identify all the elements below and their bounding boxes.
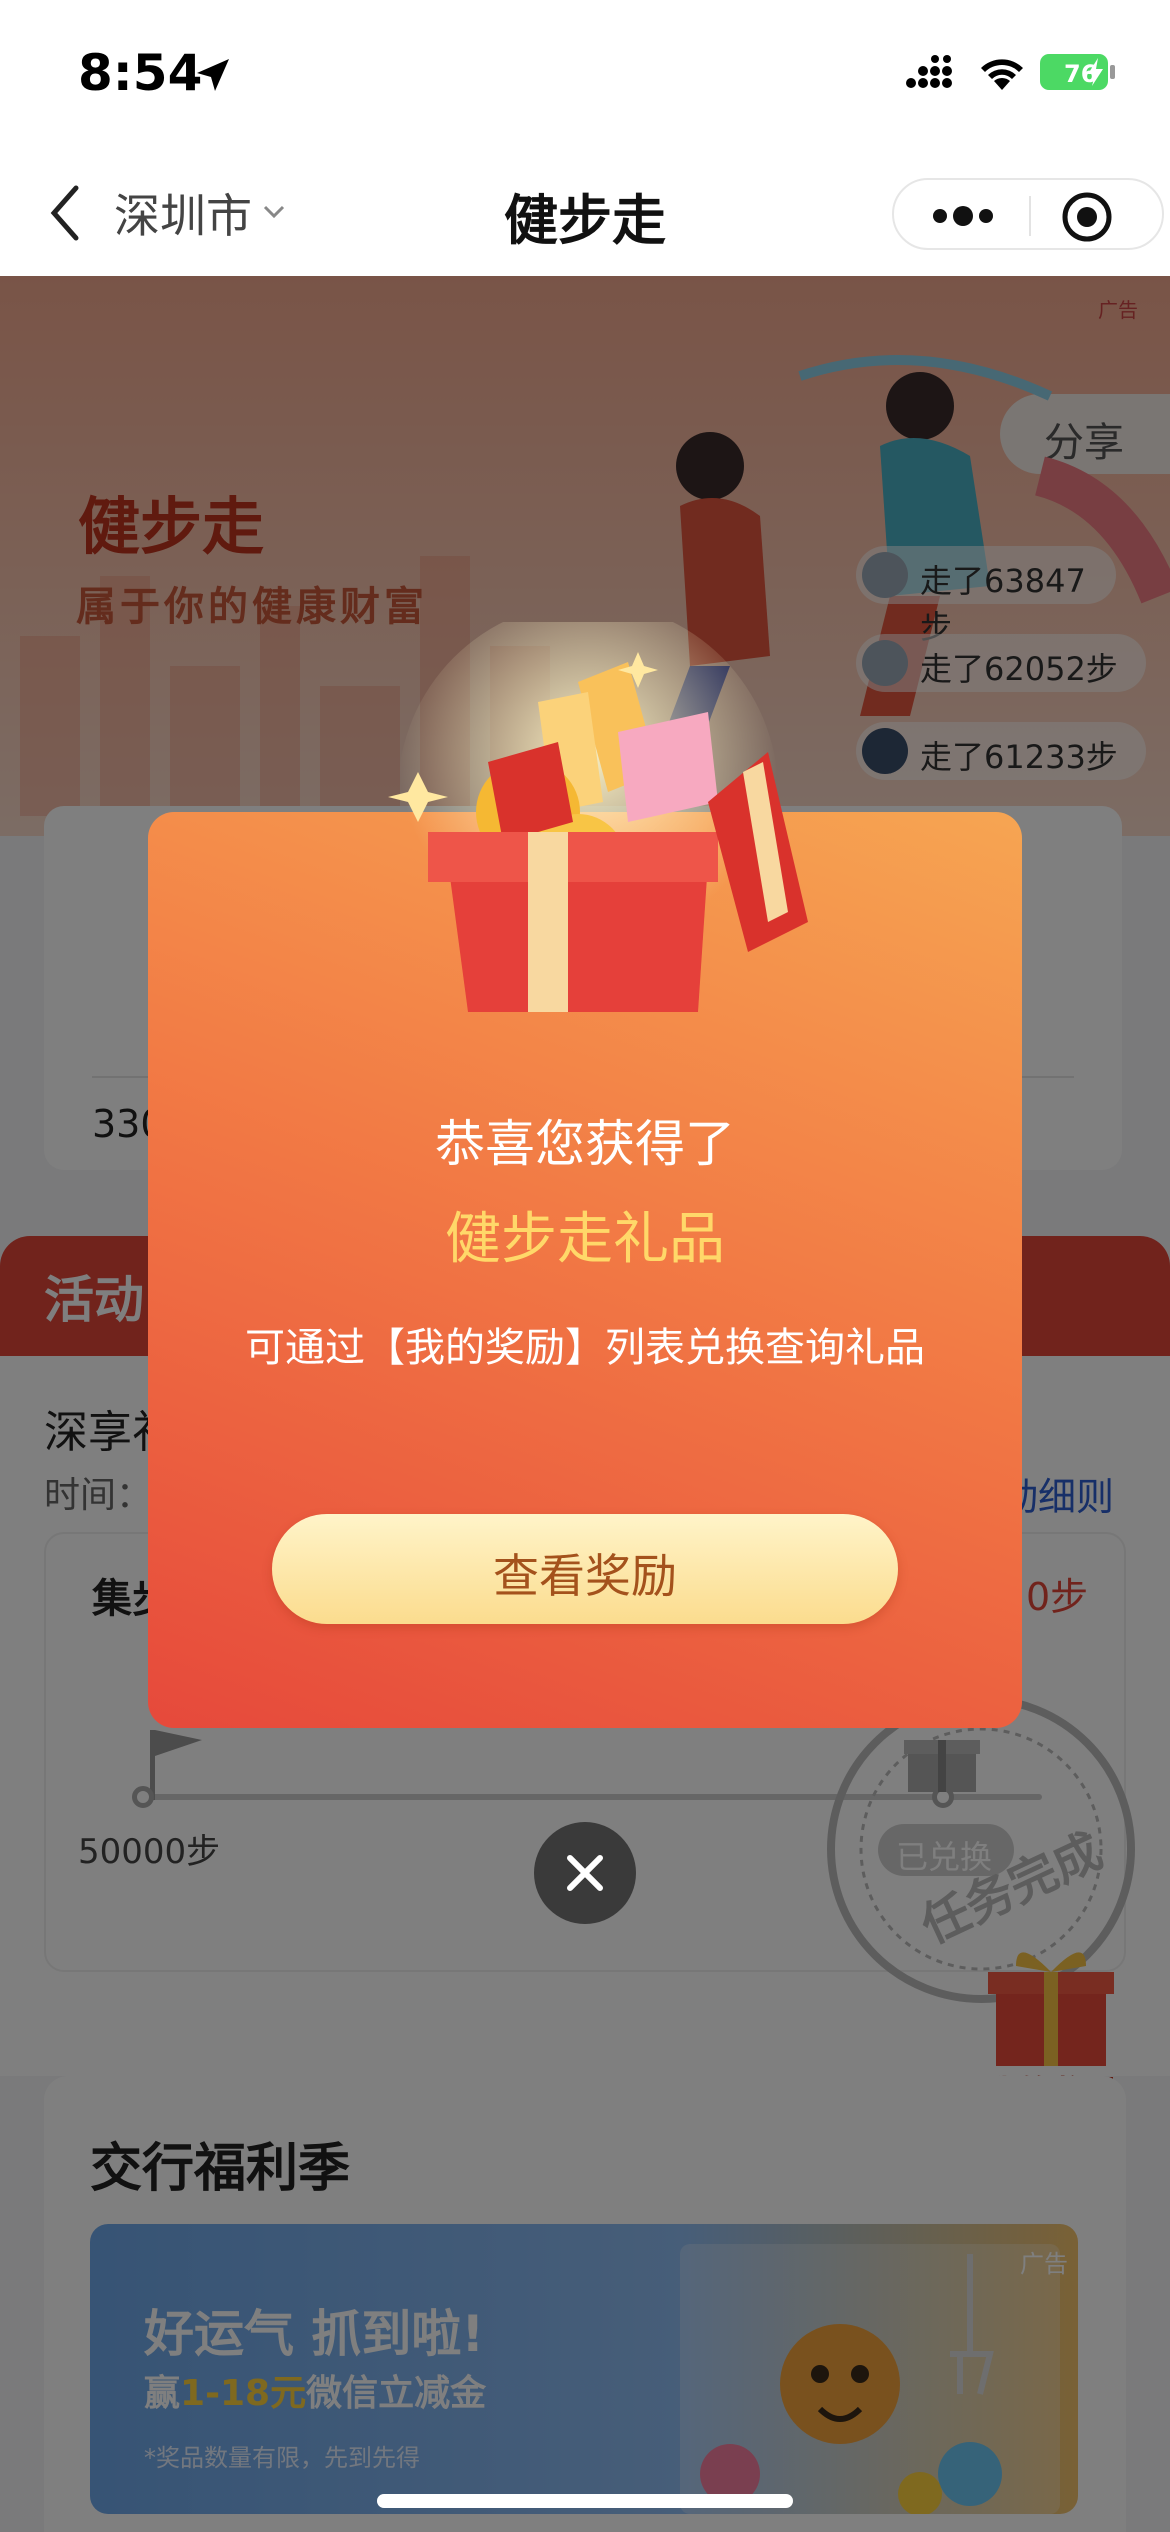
reward-modal: ¥ 恭喜您获得了 健步走礼品 可通过【我的奖励】列表兑换查询礼品 查看奖励 — [148, 622, 1022, 1728]
cellular-signal-icon — [906, 55, 952, 88]
battery-icon: 76 — [1040, 52, 1116, 92]
redeem-instructions: 可通过【我的奖励】列表兑换查询礼品 — [245, 1325, 925, 1371]
gift-name: 健步走礼品 — [445, 1207, 725, 1272]
close-modal-button[interactable] — [534, 1822, 636, 1924]
status-time: 8:54 — [78, 44, 203, 102]
close-icon — [567, 1855, 603, 1891]
status-bar: 8:54 76 — [0, 0, 1170, 150]
nav-bar: 深圳市 健步走 — [0, 150, 1170, 276]
view-rewards-label: 查看奖励 — [493, 1549, 677, 1603]
close-miniapp-icon[interactable] — [1060, 190, 1114, 244]
wifi-icon — [981, 59, 1023, 90]
app-screen: 8:54 76 深圳市 健步走 恭喜您获得了 健步走礼品 可通过【我的奖励】列表… — [0, 0, 1170, 2532]
capsule-divider — [1029, 196, 1031, 236]
location-arrow-icon — [197, 59, 229, 91]
miniapp-capsule — [892, 178, 1164, 250]
more-options-icon[interactable] — [928, 200, 998, 232]
home-indicator[interactable] — [377, 2494, 793, 2508]
congrats-text: 恭喜您获得了 — [435, 1115, 735, 1173]
open-gift-box-icon: ¥ — [388, 622, 808, 1012]
view-rewards-button[interactable]: 查看奖励 — [272, 1514, 898, 1624]
